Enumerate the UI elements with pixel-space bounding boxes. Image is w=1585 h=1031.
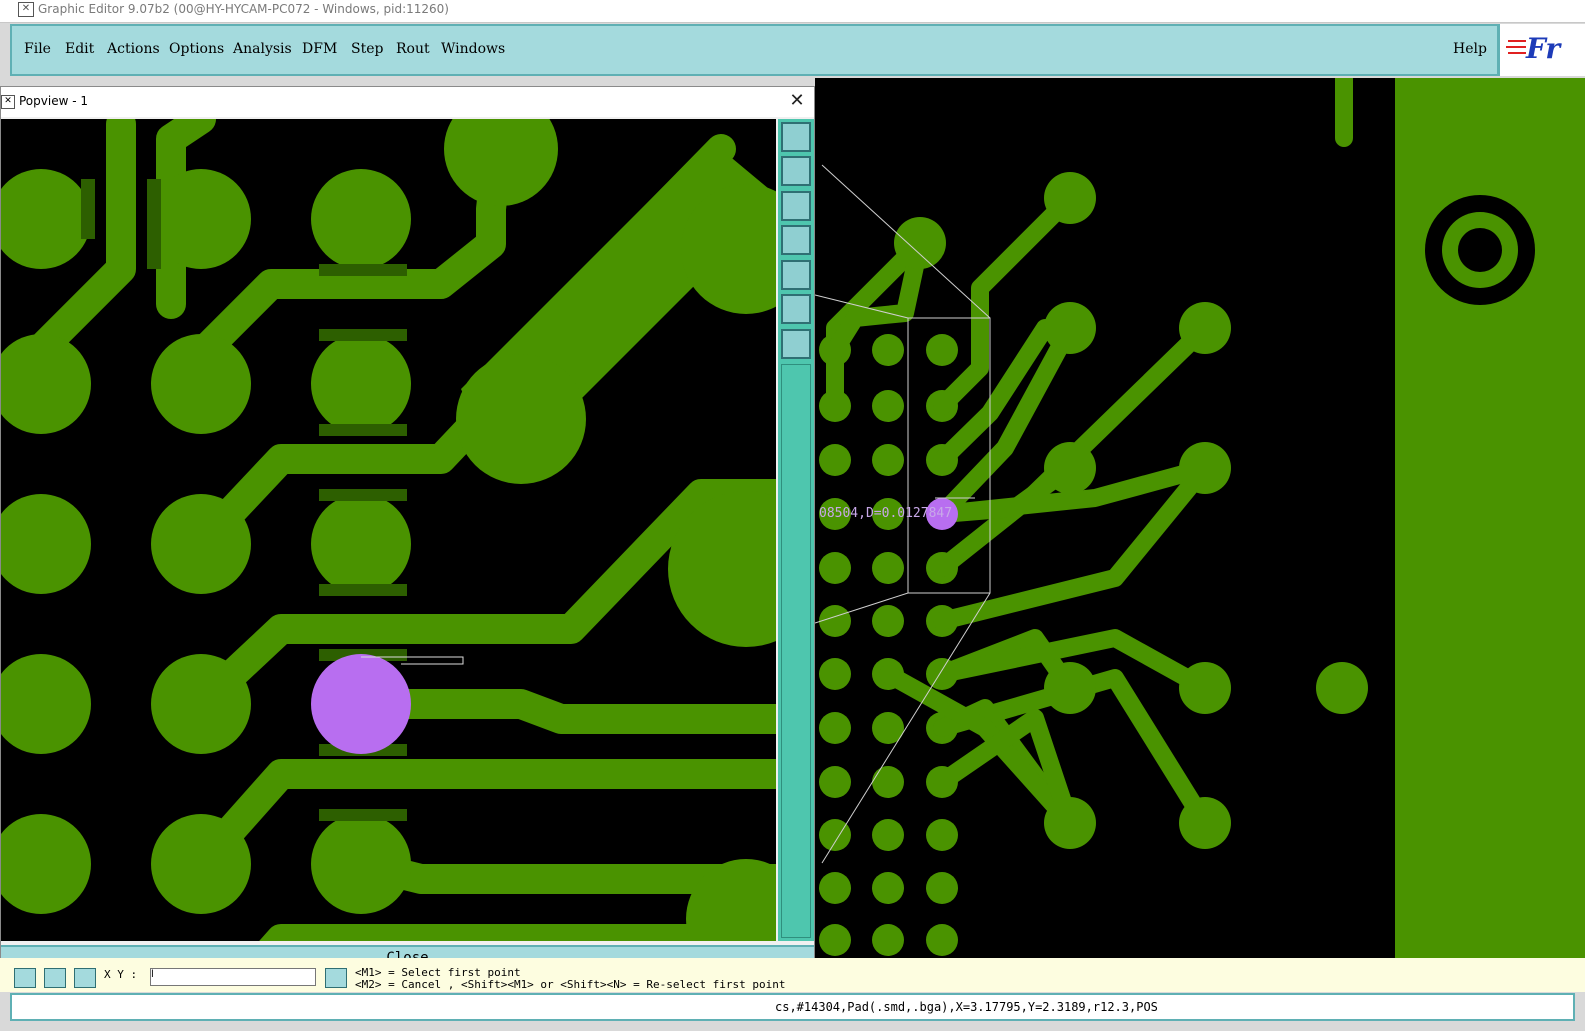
prompt-line-2: <M2> = Cancel , <Shift><M1> or <Shift><N… xyxy=(355,978,786,991)
main-graphic-view[interactable]: 08504,D=0.0127847 xyxy=(815,78,1585,958)
vendor-logo: Fr xyxy=(1497,24,1585,76)
zoom-fit-icon[interactable] xyxy=(781,294,811,324)
menu-file[interactable]: File xyxy=(24,41,51,57)
plane-hole xyxy=(1458,228,1502,272)
status-text: cs,#14304,Pad(.smd,.bga),X=3.17795,Y=2.3… xyxy=(775,1000,1158,1014)
pan-right-icon[interactable] xyxy=(781,260,811,290)
menu-rout[interactable]: Rout xyxy=(396,41,430,57)
popview-board-canvas[interactable] xyxy=(1,119,776,941)
pan-up-icon[interactable] xyxy=(781,156,811,186)
popview-titlebar[interactable]: ✕ Popview - 1 ✕ xyxy=(1,87,814,117)
xy-label: X Y : xyxy=(104,968,138,981)
popview-close-icon[interactable]: ✕ xyxy=(788,92,806,110)
menu-options[interactable]: Options xyxy=(169,41,224,57)
grid-icon[interactable] xyxy=(74,968,96,988)
popview-canvas[interactable] xyxy=(1,119,776,941)
pan-down-icon[interactable] xyxy=(781,191,811,221)
menu-analysis[interactable]: Analysis xyxy=(233,41,292,57)
logo-text: Fr xyxy=(1526,32,1561,65)
window-title: Graphic Editor 9.07b2 (00@HY-HYCAM-PC072… xyxy=(38,2,449,16)
menu-help[interactable]: Help xyxy=(1453,41,1487,57)
editor-icon: ✕ xyxy=(18,2,34,17)
status-bar: cs,#14304,Pad(.smd,.bga),X=3.17795,Y=2.3… xyxy=(10,993,1575,1021)
menu-bar: File Edit Actions Options Analysis DFM S… xyxy=(10,24,1575,76)
zoom-home-icon[interactable] xyxy=(781,122,811,152)
xy-input[interactable]: l xyxy=(150,968,316,986)
info-icon[interactable] xyxy=(325,968,347,988)
bga-pad-grid xyxy=(819,334,958,956)
measure-readout: 08504,D=0.0127847 xyxy=(819,506,953,521)
popview-title: Popview - 1 xyxy=(19,94,88,108)
snap-icon[interactable] xyxy=(44,968,66,988)
window-titlebar: ✕ Graphic Editor 9.07b2 (00@HY-HYCAM-PC0… xyxy=(0,0,1585,23)
logo-speed-lines-icon xyxy=(1506,40,1526,54)
pan-left-icon[interactable] xyxy=(781,225,811,255)
zoom-center-icon[interactable] xyxy=(781,329,811,359)
popview-icon: ✕ xyxy=(1,95,15,109)
pad xyxy=(1316,662,1368,714)
popview-scroll-track[interactable] xyxy=(781,364,811,938)
menu-dfm[interactable]: DFM xyxy=(302,41,337,57)
menu-actions[interactable]: Actions xyxy=(107,41,160,57)
menu-edit[interactable]: Edit xyxy=(65,41,94,57)
menu-windows[interactable]: Windows xyxy=(441,41,505,57)
popview-window[interactable]: ✕ Popview - 1 ✕ xyxy=(0,86,815,970)
prompt-strip: X Y : l <M1> = Select first point <M2> =… xyxy=(0,958,1585,992)
menu-step[interactable]: Step xyxy=(351,41,383,57)
popview-toolbar xyxy=(778,119,814,941)
zoom-selected-pad xyxy=(311,654,411,754)
layer-icon[interactable] xyxy=(14,968,36,988)
